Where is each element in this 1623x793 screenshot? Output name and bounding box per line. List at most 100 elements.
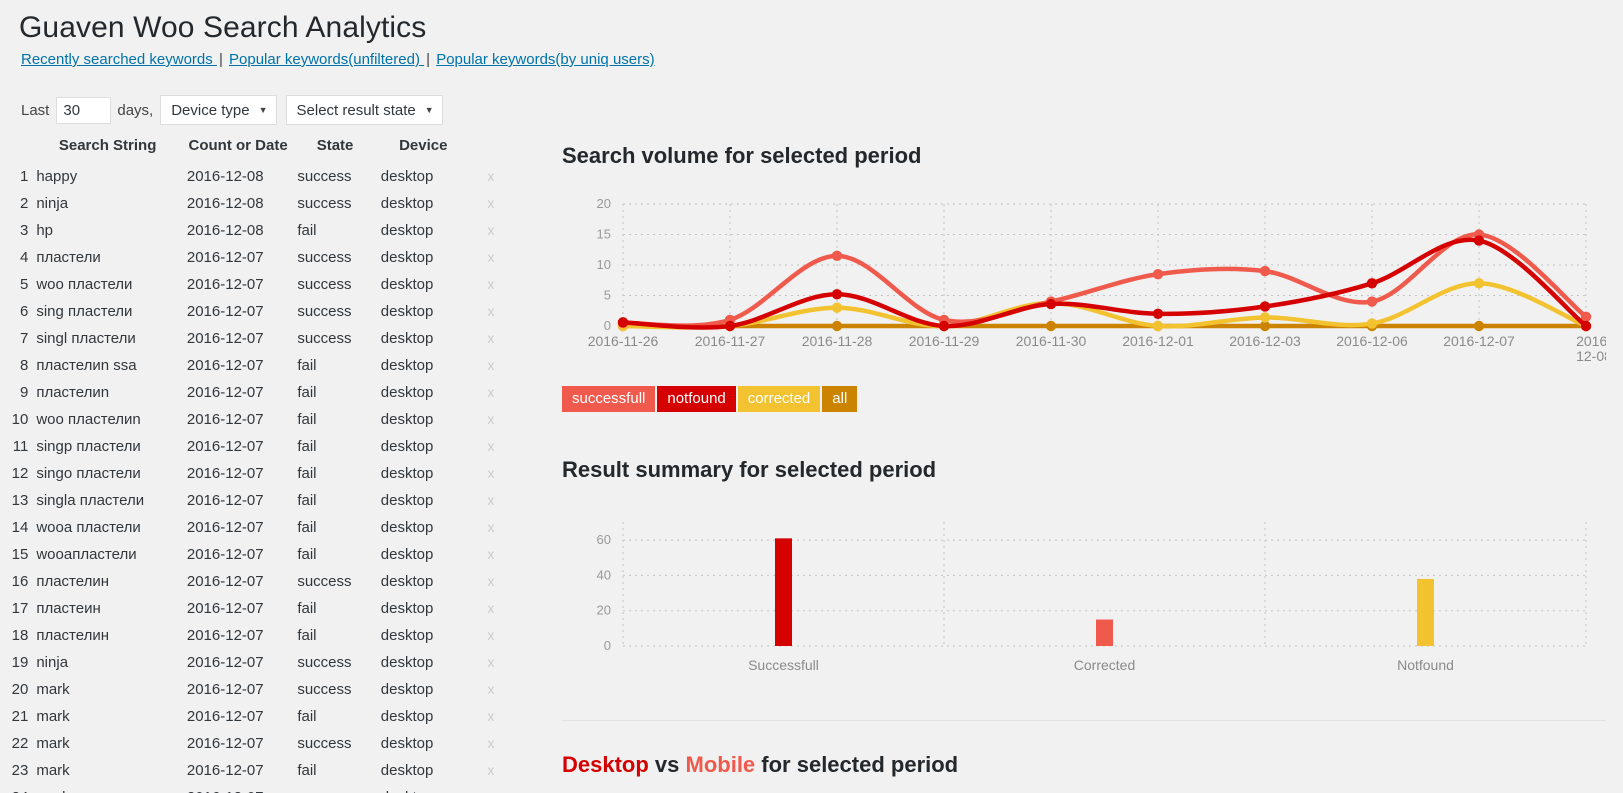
cell-delete: x [470, 568, 512, 595]
filter-bar: Last days, Device type ▼ Select result s… [21, 95, 452, 125]
y-axis-tick-label: 20 [597, 603, 611, 618]
delete-row-link[interactable]: x [487, 357, 494, 373]
cell-state: fail [293, 757, 376, 784]
data-point-notfound [1046, 299, 1056, 309]
bar-category-label: Successfull [748, 657, 819, 673]
cell-state: fail [293, 433, 376, 460]
data-point-notfound [725, 321, 735, 331]
cell-search-string: mark [32, 676, 183, 703]
nav-link-popular-uniq-users[interactable]: Popular keywords(by uniq users) [436, 51, 654, 68]
cell-count-or-date: 2016-12-07 [183, 325, 293, 352]
delete-row-link[interactable]: x [487, 249, 494, 265]
delete-row-link[interactable]: x [487, 384, 494, 400]
cell-state: fail [293, 406, 376, 433]
cell-delete: x [470, 703, 512, 730]
cell-delete: x [470, 730, 512, 757]
table-row: 20mark2016-12-07successdesktopx [0, 676, 512, 703]
cell-state: fail [293, 379, 376, 406]
legend-button-successfull[interactable]: successfull [562, 386, 655, 412]
data-point-corrected [1474, 278, 1484, 288]
nav-link-recently-searched[interactable]: Recently searched keywords [21, 51, 217, 68]
delete-row-link[interactable]: x [487, 492, 494, 508]
bar-corrected [1096, 620, 1113, 646]
delete-row-link[interactable]: x [487, 438, 494, 454]
cell-count-or-date: 2016-12-07 [183, 730, 293, 757]
data-point-corrected [832, 303, 842, 313]
delete-row-link[interactable]: x [487, 195, 494, 211]
delete-row-link[interactable]: x [487, 276, 494, 292]
delete-row-link[interactable]: x [487, 465, 494, 481]
delete-row-link[interactable]: x [487, 222, 494, 238]
last-label: Last [21, 102, 49, 119]
cell-state: fail [293, 541, 376, 568]
cell-delete: x [470, 784, 512, 793]
y-axis-tick-label: 10 [597, 257, 611, 272]
cell-index: 24 [0, 784, 32, 793]
delete-row-link[interactable]: x [487, 303, 494, 319]
delete-row-link[interactable]: x [487, 168, 494, 184]
table-head: Search String Count or Date State Device [0, 134, 512, 163]
cell-search-string: singla пластели [32, 487, 183, 514]
y-axis-tick-label: 40 [597, 567, 611, 582]
legend-button-notfound[interactable]: notfound [657, 386, 735, 412]
cell-delete: x [470, 325, 512, 352]
days-suffix-label: days, [117, 102, 153, 119]
cell-device: desktop [377, 703, 470, 730]
result-summary-chart: 0204060SuccessfullCorrectedNotfound [561, 512, 1606, 692]
data-point-all [1046, 321, 1056, 331]
data-point-successfull [832, 251, 842, 261]
cell-device: desktop [377, 514, 470, 541]
cell-device: desktop [377, 622, 470, 649]
cell-count-or-date: 2016-12-07 [183, 514, 293, 541]
page-title: Guaven Woo Search Analytics [19, 9, 426, 47]
delete-row-link[interactable]: x [487, 600, 494, 616]
delete-row-link[interactable]: x [487, 411, 494, 427]
delete-row-link[interactable]: x [487, 546, 494, 562]
delete-row-link[interactable]: x [487, 735, 494, 751]
cell-device: desktop [377, 217, 470, 244]
delete-row-link[interactable]: x [487, 573, 494, 589]
result-state-select[interactable]: Select result state ▼ [286, 95, 443, 125]
delete-row-link[interactable]: x [487, 681, 494, 697]
data-point-notfound [1474, 235, 1484, 245]
cell-delete: x [470, 460, 512, 487]
cell-delete: x [470, 676, 512, 703]
delete-row-link[interactable]: x [487, 708, 494, 724]
cell-state: fail [293, 703, 376, 730]
column-header-count-or-date: Count or Date [183, 134, 293, 163]
device-type-select[interactable]: Device type ▼ [160, 95, 276, 125]
legend-button-corrected[interactable]: corrected [738, 386, 821, 412]
table-row: 21mark2016-12-07faildesktopx [0, 703, 512, 730]
cell-count-or-date: 2016-12-07 [183, 541, 293, 568]
column-header-delete [470, 134, 512, 163]
cell-state: success [293, 784, 376, 793]
device-type-select-value: Device type [171, 102, 249, 119]
cell-count-or-date: 2016-12-07 [183, 460, 293, 487]
cell-index: 14 [0, 514, 32, 541]
cell-delete: x [470, 433, 512, 460]
cell-device: desktop [377, 487, 470, 514]
delete-row-link[interactable]: x [487, 519, 494, 535]
delete-row-link[interactable]: x [487, 654, 494, 670]
legend-button-all[interactable]: all [822, 386, 857, 412]
table-row: 18пластелин2016-12-07faildesktopx [0, 622, 512, 649]
table-body: 1happy2016-12-08successdesktopx2ninja201… [0, 163, 512, 793]
data-point-corrected [1153, 321, 1163, 331]
cell-count-or-date: 2016-12-08 [183, 163, 293, 190]
data-point-notfound [1367, 278, 1377, 288]
delete-row-link[interactable]: x [487, 627, 494, 643]
data-point-notfound [618, 317, 628, 327]
cell-index: 1 [0, 163, 32, 190]
delete-row-link[interactable]: x [487, 762, 494, 778]
cell-search-string: пластелин [32, 622, 183, 649]
nav-link-popular-unfiltered[interactable]: Popular keywords(unfiltered) [229, 51, 424, 68]
cell-search-string: mark [32, 730, 183, 757]
data-point-notfound [1153, 309, 1163, 319]
days-input[interactable] [56, 97, 111, 124]
delete-row-link[interactable]: x [487, 330, 494, 346]
delete-row-link[interactable]: x [487, 789, 494, 793]
table-header-row: Search String Count or Date State Device [0, 134, 512, 163]
cell-count-or-date: 2016-12-07 [183, 352, 293, 379]
cell-state: fail [293, 622, 376, 649]
cell-delete: x [470, 244, 512, 271]
